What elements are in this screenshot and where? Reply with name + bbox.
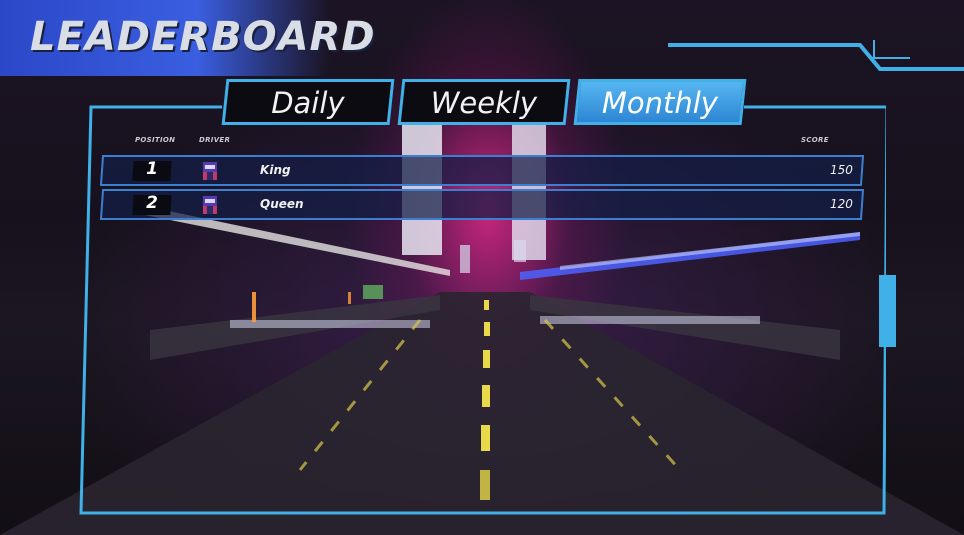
tab-weekly-label: Weekly [430,86,538,120]
header-decoration-lines [668,40,964,71]
page-title: LEADERBOARD [30,14,376,60]
row-driver-name: Queen [260,197,304,211]
racer-helmet-icon [202,162,217,180]
column-header-score: SCORE [801,136,829,144]
racer-helmet-icon [202,196,217,214]
column-header-driver: DRIVER [199,136,231,144]
row-position: 2 [146,193,159,213]
tab-daily[interactable]: Daily [221,79,395,125]
tab-daily-label: Daily [271,86,345,120]
tab-weekly[interactable]: Weekly [397,79,571,125]
row-position: 1 [146,159,159,179]
leaderboard-row[interactable]: 1 King 150 [99,155,865,186]
row-driver-name: King [260,163,291,177]
row-score: 150 [830,163,854,177]
column-header-position: POSITION [135,136,176,144]
tab-monthly[interactable]: Monthly [573,79,747,125]
leaderboard-row[interactable]: 2 Queen 120 [99,189,865,220]
row-score: 120 [830,197,854,211]
scrollbar-handle[interactable] [879,275,896,347]
tab-monthly-label: Monthly [601,86,718,120]
